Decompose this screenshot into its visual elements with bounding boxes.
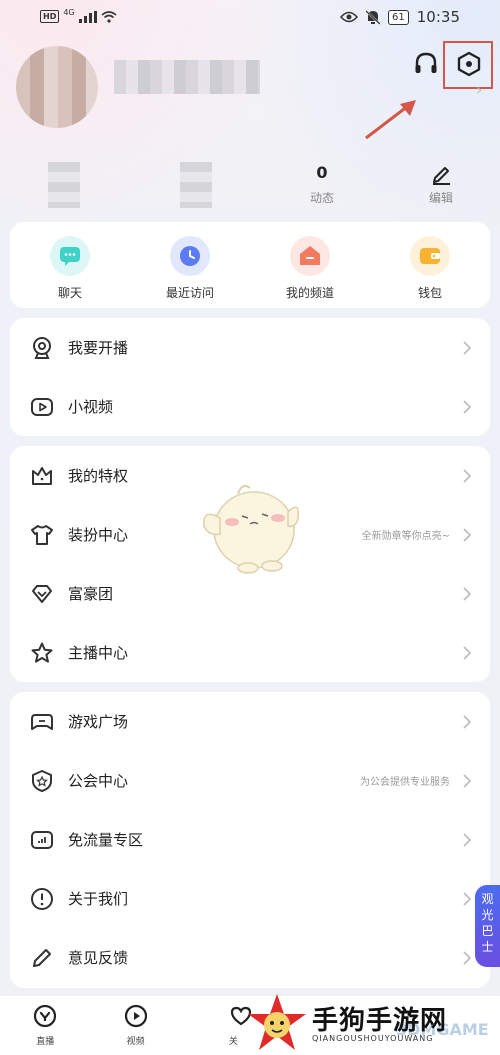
- clock: 10:35: [416, 8, 460, 26]
- pencil-icon: [33, 948, 51, 967]
- signal-icon: [78, 10, 97, 23]
- menu-group-1: 我要开播 小视频: [10, 318, 490, 436]
- menu-label: 公会中心: [68, 772, 129, 790]
- chevron-right-icon: [463, 468, 472, 483]
- clock-icon: [170, 236, 210, 276]
- stat-edit[interactable]: 编辑: [411, 163, 471, 206]
- quick-recent-label: 最近访问: [165, 286, 214, 300]
- play-icon: [124, 1004, 147, 1028]
- menu-label: 免流量专区: [68, 831, 144, 849]
- chevron-right-icon: [463, 950, 472, 965]
- data-free-icon: [31, 830, 53, 849]
- menu-subtitle: 为公会提供专业服务: [360, 777, 450, 788]
- diamond-icon: [32, 584, 52, 603]
- menu-label: 关于我们: [68, 890, 129, 908]
- headphones-icon[interactable]: [412, 50, 440, 78]
- stat-moments-value: 0: [316, 163, 328, 182]
- mascot-illustration: [203, 485, 300, 574]
- menu-group-3: 游戏广场 公会中心 为公会提供专业服务 免流量专区 关于我们 意见反馈: [10, 692, 490, 988]
- chevron-right-icon: [463, 586, 472, 601]
- broadcast-icon: [33, 336, 51, 359]
- chevron-right-icon: [463, 832, 472, 847]
- chat-icon: [50, 236, 90, 276]
- menu-item-about-us[interactable]: 关于我们: [10, 869, 490, 928]
- nav-video-label: 视频: [126, 1037, 145, 1047]
- chevron-right-icon: [463, 714, 472, 729]
- username[interactable]: [114, 60, 260, 94]
- guild-shield-icon: [32, 769, 52, 792]
- menu-label: 主播中心: [68, 644, 129, 662]
- menu-item-short-video[interactable]: 小视频: [10, 377, 490, 436]
- hd-indicator: HD: [40, 10, 60, 23]
- battery-indicator: 61: [388, 9, 409, 25]
- menu-label: 小视频: [68, 398, 114, 416]
- sightseeing-bus-badge[interactable]: 观光巴士: [475, 885, 500, 967]
- video-icon: [31, 397, 53, 416]
- watermark-star-logo-icon: [248, 994, 306, 1050]
- avatar[interactable]: [16, 46, 98, 128]
- menu-subtitle: 全新勋章等你点亮~: [361, 531, 450, 542]
- gamepad-icon: [31, 713, 53, 730]
- nav-video[interactable]: 视频: [90, 996, 180, 1055]
- quick-chat[interactable]: 聊天: [10, 222, 130, 308]
- menu-label: 我要开播: [68, 339, 129, 357]
- stat-blurred-1[interactable]: [48, 162, 80, 208]
- menu-item-start-broadcast[interactable]: 我要开播: [10, 318, 490, 377]
- star-icon: [31, 642, 53, 663]
- watermark-title: 手狗手游网: [312, 1006, 448, 1036]
- stat-moments-label: 动态: [309, 191, 334, 205]
- menu-item-data-free-zone[interactable]: 免流量专区: [10, 810, 490, 869]
- mute-bell-icon: [366, 9, 381, 25]
- edit-icon: [433, 167, 450, 185]
- status-bar: HD 4G 61 10:35: [0, 0, 500, 36]
- chevron-right-icon: [463, 399, 472, 414]
- shirt-icon: [31, 524, 53, 545]
- chevron-right-icon: [463, 645, 472, 660]
- nav-live[interactable]: 直播: [0, 996, 90, 1055]
- menu-item-game-plaza[interactable]: 游戏广场: [10, 692, 490, 751]
- network-type: 4G: [63, 8, 75, 17]
- wallet-icon: [410, 236, 450, 276]
- menu-item-streamer-center[interactable]: 主播中心: [10, 623, 490, 682]
- stat-moments[interactable]: 0 动态: [292, 163, 352, 206]
- settings-highlight-box: [443, 41, 493, 89]
- eye-icon: [340, 11, 359, 23]
- nav-live-label: 直播: [36, 1037, 55, 1047]
- menu-label: 游戏广场: [68, 713, 129, 731]
- quick-channel-label: 我的频道: [285, 286, 334, 300]
- watermark: 3DMGAME 手狗手游网 QIANGOUSHOUYOUWANG: [246, 992, 496, 1054]
- info-icon: [31, 887, 53, 910]
- menu-label: 装扮中心: [68, 526, 129, 544]
- menu-label: 我的特权: [68, 467, 129, 485]
- nav-follow-label: 关: [228, 1037, 238, 1047]
- wifi-icon: [101, 10, 117, 23]
- chevron-right-icon: [463, 340, 472, 355]
- menu-item-feedback[interactable]: 意见反馈: [10, 928, 490, 987]
- stat-blurred-2[interactable]: [180, 162, 212, 208]
- channel-icon: [290, 236, 330, 276]
- menu-label: 意见反馈: [68, 949, 129, 967]
- menu-label: 富豪团: [68, 585, 114, 603]
- live-icon: [34, 1004, 57, 1028]
- profile-chevron-icon[interactable]: ›: [476, 80, 482, 99]
- watermark-subtitle: QIANGOUSHOUYOUWANG: [312, 1034, 434, 1043]
- annotation-arrow-icon: [365, 100, 416, 140]
- quick-wallet-label: 钱包: [417, 286, 442, 300]
- quick-recent-visits[interactable]: 最近访问: [130, 222, 250, 308]
- quick-my-channel[interactable]: 我的频道: [250, 222, 370, 308]
- stat-edit-label: 编辑: [428, 191, 453, 205]
- sightseeing-bus-label: 观光巴士: [481, 892, 494, 954]
- chevron-right-icon: [463, 527, 472, 542]
- quick-wallet[interactable]: 钱包: [370, 222, 490, 308]
- menu-item-guild-center[interactable]: 公会中心 为公会提供专业服务: [10, 751, 490, 810]
- quick-chat-label: 聊天: [57, 286, 82, 300]
- quick-actions-card: 聊天 最近访问 我的频道 钱包: [10, 222, 490, 308]
- crown-icon: [32, 466, 52, 485]
- chevron-right-icon: [463, 773, 472, 788]
- chevron-right-icon: [463, 891, 472, 906]
